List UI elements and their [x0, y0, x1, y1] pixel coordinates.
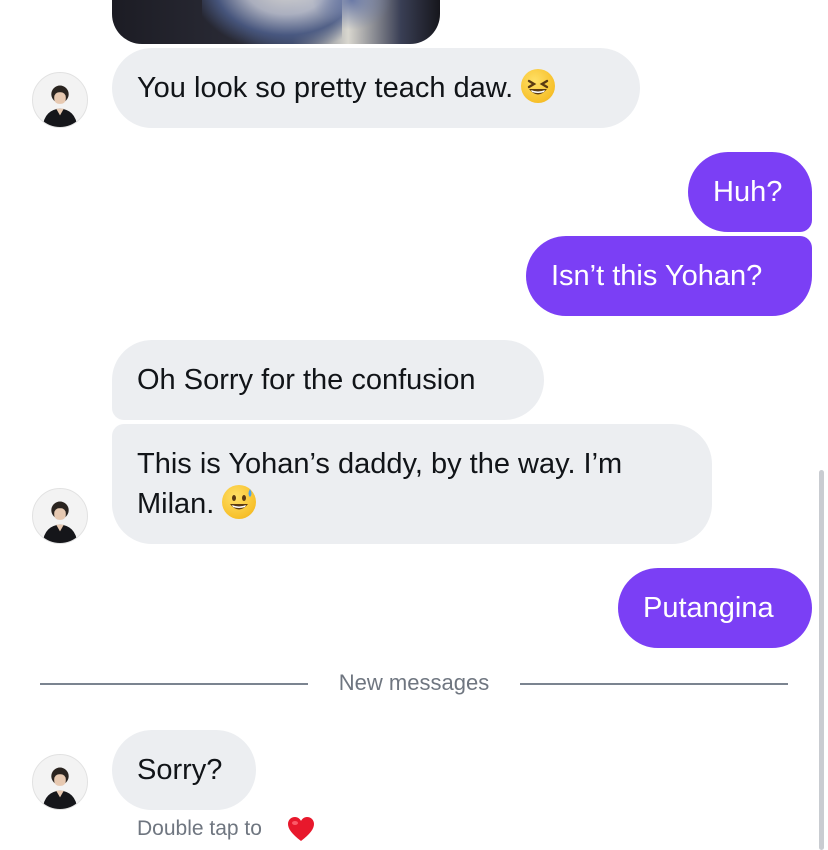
avatar[interactable]	[32, 72, 88, 128]
divider-line	[40, 683, 308, 685]
message-text: Isn’t this Yohan?	[551, 260, 763, 292]
outgoing-message-bubble[interactable]: Huh?	[688, 152, 812, 232]
message-text-line: This is Yohan’s daddy, by the way. I’m	[137, 448, 623, 480]
incoming-message-bubble[interactable]: You look so pretty teach daw.	[112, 48, 640, 128]
message-text: Putangina	[643, 592, 774, 624]
incoming-message-bubble[interactable]: Sorry?	[112, 730, 256, 810]
message-text-line: Milan.	[137, 488, 215, 520]
heart-icon[interactable]	[286, 815, 316, 843]
message-text: Oh Sorry for the confusion	[137, 364, 476, 396]
photo-message[interactable]	[112, 0, 440, 44]
outgoing-message-bubble[interactable]: Putangina	[618, 568, 812, 648]
avatar[interactable]	[32, 488, 88, 544]
grinning-face-with-sweat-icon	[222, 485, 257, 519]
incoming-message-bubble[interactable]: This is Yohan’s daddy, by the way. I’m M…	[112, 424, 712, 544]
double-tap-hint: Double tap to	[137, 817, 262, 840]
scrollbar[interactable]	[819, 470, 824, 850]
message-text: Sorry?	[137, 754, 223, 786]
divider-line	[520, 683, 788, 685]
incoming-message-bubble[interactable]: Oh Sorry for the confusion	[112, 340, 544, 420]
avatar[interactable]	[32, 754, 88, 810]
outgoing-message-bubble[interactable]: Isn’t this Yohan?	[526, 236, 812, 316]
message-text: Huh?	[713, 176, 783, 208]
new-messages-divider: New messages	[338, 670, 490, 695]
grinning-squinting-face-icon	[521, 69, 556, 103]
message-text: You look so pretty teach daw.	[137, 72, 514, 104]
